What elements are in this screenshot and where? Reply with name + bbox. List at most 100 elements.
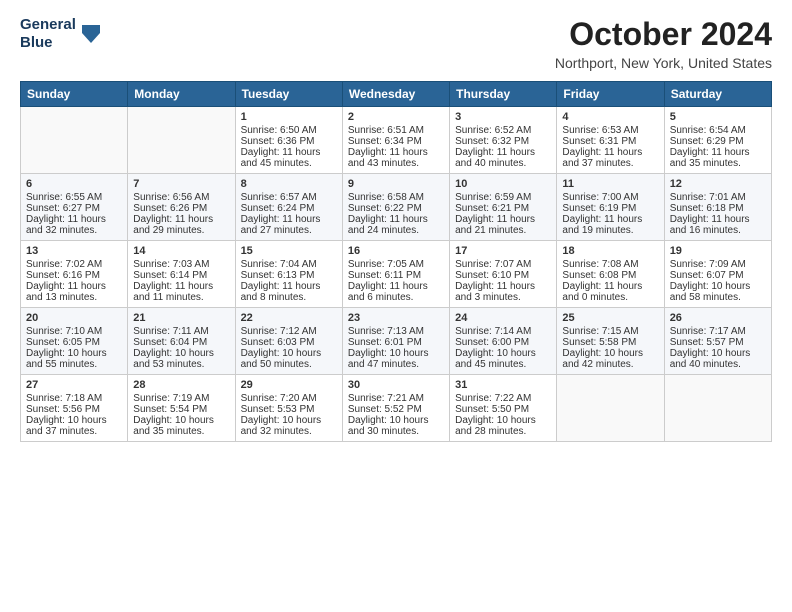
calendar-cell: 22Sunrise: 7:12 AMSunset: 6:03 PMDayligh…: [235, 308, 342, 375]
sunrise-text: Sunrise: 6:54 AM: [670, 125, 746, 136]
sunset-text: Sunset: 6:13 PM: [241, 270, 315, 281]
daylight-text: Daylight: 10 hours and 40 minutes.: [670, 348, 751, 370]
day-number: 4: [562, 111, 658, 123]
sunrise-text: Sunrise: 6:58 AM: [348, 192, 424, 203]
sunset-text: Sunset: 6:01 PM: [348, 337, 422, 348]
calendar-week-row: 13Sunrise: 7:02 AMSunset: 6:16 PMDayligh…: [21, 241, 772, 308]
sunset-text: Sunset: 6:22 PM: [348, 203, 422, 214]
sunset-text: Sunset: 5:57 PM: [670, 337, 744, 348]
daylight-text: Daylight: 11 hours and 43 minutes.: [348, 147, 428, 169]
calendar-cell: [557, 375, 664, 442]
sunset-text: Sunset: 6:11 PM: [348, 270, 421, 281]
sunrise-text: Sunrise: 7:22 AM: [455, 393, 531, 404]
calendar-cell: 7Sunrise: 6:56 AMSunset: 6:26 PMDaylight…: [128, 174, 235, 241]
sunrise-text: Sunrise: 7:12 AM: [241, 326, 317, 337]
sunrise-text: Sunrise: 7:10 AM: [26, 326, 102, 337]
weekday-header: Monday: [128, 82, 235, 107]
day-number: 16: [348, 245, 444, 257]
weekday-header: Sunday: [21, 82, 128, 107]
calendar-week-row: 27Sunrise: 7:18 AMSunset: 5:56 PMDayligh…: [21, 375, 772, 442]
daylight-text: Daylight: 10 hours and 32 minutes.: [241, 415, 322, 437]
calendar-cell: 17Sunrise: 7:07 AMSunset: 6:10 PMDayligh…: [450, 241, 557, 308]
day-number: 17: [455, 245, 551, 257]
daylight-text: Daylight: 11 hours and 21 minutes.: [455, 214, 535, 236]
day-number: 15: [241, 245, 337, 257]
sunrise-text: Sunrise: 6:56 AM: [133, 192, 209, 203]
calendar-cell: [21, 107, 128, 174]
calendar-cell: 11Sunrise: 7:00 AMSunset: 6:19 PMDayligh…: [557, 174, 664, 241]
sunrise-text: Sunrise: 7:00 AM: [562, 192, 638, 203]
sunrise-text: Sunrise: 7:02 AM: [26, 259, 102, 270]
day-number: 6: [26, 178, 122, 190]
sunrise-text: Sunrise: 7:18 AM: [26, 393, 102, 404]
logo-line2: Blue: [20, 34, 76, 52]
calendar-cell: 6Sunrise: 6:55 AMSunset: 6:27 PMDaylight…: [21, 174, 128, 241]
weekday-header: Wednesday: [342, 82, 449, 107]
day-number: 2: [348, 111, 444, 123]
sunrise-text: Sunrise: 7:05 AM: [348, 259, 424, 270]
sunset-text: Sunset: 6:29 PM: [670, 136, 744, 147]
sunset-text: Sunset: 5:53 PM: [241, 404, 315, 415]
calendar-cell: 24Sunrise: 7:14 AMSunset: 6:00 PMDayligh…: [450, 308, 557, 375]
daylight-text: Daylight: 10 hours and 53 minutes.: [133, 348, 214, 370]
weekday-header-row: SundayMondayTuesdayWednesdayThursdayFrid…: [21, 82, 772, 107]
daylight-text: Daylight: 10 hours and 37 minutes.: [26, 415, 107, 437]
sunset-text: Sunset: 6:24 PM: [241, 203, 315, 214]
calendar-cell: 3Sunrise: 6:52 AMSunset: 6:32 PMDaylight…: [450, 107, 557, 174]
calendar-cell: 29Sunrise: 7:20 AMSunset: 5:53 PMDayligh…: [235, 375, 342, 442]
day-number: 7: [133, 178, 229, 190]
daylight-text: Daylight: 11 hours and 24 minutes.: [348, 214, 428, 236]
sunset-text: Sunset: 6:31 PM: [562, 136, 636, 147]
sunrise-text: Sunrise: 7:11 AM: [133, 326, 208, 337]
sunrise-text: Sunrise: 7:08 AM: [562, 259, 638, 270]
day-number: 12: [670, 178, 766, 190]
sunset-text: Sunset: 6:16 PM: [26, 270, 100, 281]
calendar-cell: 31Sunrise: 7:22 AMSunset: 5:50 PMDayligh…: [450, 375, 557, 442]
sunrise-text: Sunrise: 7:21 AM: [348, 393, 424, 404]
sunset-text: Sunset: 6:14 PM: [133, 270, 207, 281]
day-number: 8: [241, 178, 337, 190]
sunrise-text: Sunrise: 7:04 AM: [241, 259, 317, 270]
calendar-cell: [664, 375, 771, 442]
calendar-cell: 14Sunrise: 7:03 AMSunset: 6:14 PMDayligh…: [128, 241, 235, 308]
day-number: 10: [455, 178, 551, 190]
day-number: 25: [562, 312, 658, 324]
logo-icon: [80, 23, 102, 45]
calendar-cell: 26 Sunrise: 7:17 AMSunset: 5:57 PMDayligh…: [664, 308, 771, 375]
sunrise-text: Sunrise: 6:59 AM: [455, 192, 531, 203]
weekday-header: Friday: [557, 82, 664, 107]
day-number: 26: [670, 312, 766, 324]
daylight-text: Daylight: 10 hours and 45 minutes.: [455, 348, 536, 370]
day-number: 18: [562, 245, 658, 257]
logo-line1: General: [20, 16, 76, 34]
sunset-text: Sunset: 6:21 PM: [455, 203, 529, 214]
day-number: 31: [455, 379, 551, 391]
calendar-cell: 28Sunrise: 7:19 AMSunset: 5:54 PMDayligh…: [128, 375, 235, 442]
day-number: 28: [133, 379, 229, 391]
sunset-text: Sunset: 5:52 PM: [348, 404, 422, 415]
day-number: 27: [26, 379, 122, 391]
weekday-header: Tuesday: [235, 82, 342, 107]
day-number: 21: [133, 312, 229, 324]
calendar-cell: 25Sunrise: 7:15 AMSunset: 5:58 PMDayligh…: [557, 308, 664, 375]
location: Northport, New York, United States: [555, 55, 772, 71]
sunset-text: Sunset: 6:10 PM: [455, 270, 529, 281]
daylight-text: Daylight: 11 hours and 32 minutes.: [26, 214, 106, 236]
sunset-text: Sunset: 5:56 PM: [26, 404, 100, 415]
daylight-text: Daylight: 10 hours and 42 minutes.: [562, 348, 643, 370]
calendar-table: SundayMondayTuesdayWednesdayThursdayFrid…: [20, 81, 772, 442]
month-title: October 2024: [555, 16, 772, 53]
calendar-cell: 23Sunrise: 7:13 AMSunset: 6:01 PMDayligh…: [342, 308, 449, 375]
sunset-text: Sunset: 5:54 PM: [133, 404, 207, 415]
daylight-text: Daylight: 11 hours and 16 minutes.: [670, 214, 750, 236]
sunset-text: Sunset: 6:34 PM: [348, 136, 422, 147]
sunset-text: Sunset: 5:50 PM: [455, 404, 529, 415]
sunrise-text: Sunrise: 7:17 AM: [670, 326, 746, 337]
calendar-cell: 12Sunrise: 7:01 AMSunset: 6:18 PMDayligh…: [664, 174, 771, 241]
daylight-text: Daylight: 10 hours and 35 minutes.: [133, 415, 214, 437]
title-block: October 2024 Northport, New York, United…: [555, 16, 772, 71]
sunrise-text: Sunrise: 7:15 AM: [562, 326, 638, 337]
sunrise-text: Sunrise: 6:51 AM: [348, 125, 424, 136]
day-number: 23: [348, 312, 444, 324]
calendar-cell: 21Sunrise: 7:11 AMSunset: 6:04 PMDayligh…: [128, 308, 235, 375]
